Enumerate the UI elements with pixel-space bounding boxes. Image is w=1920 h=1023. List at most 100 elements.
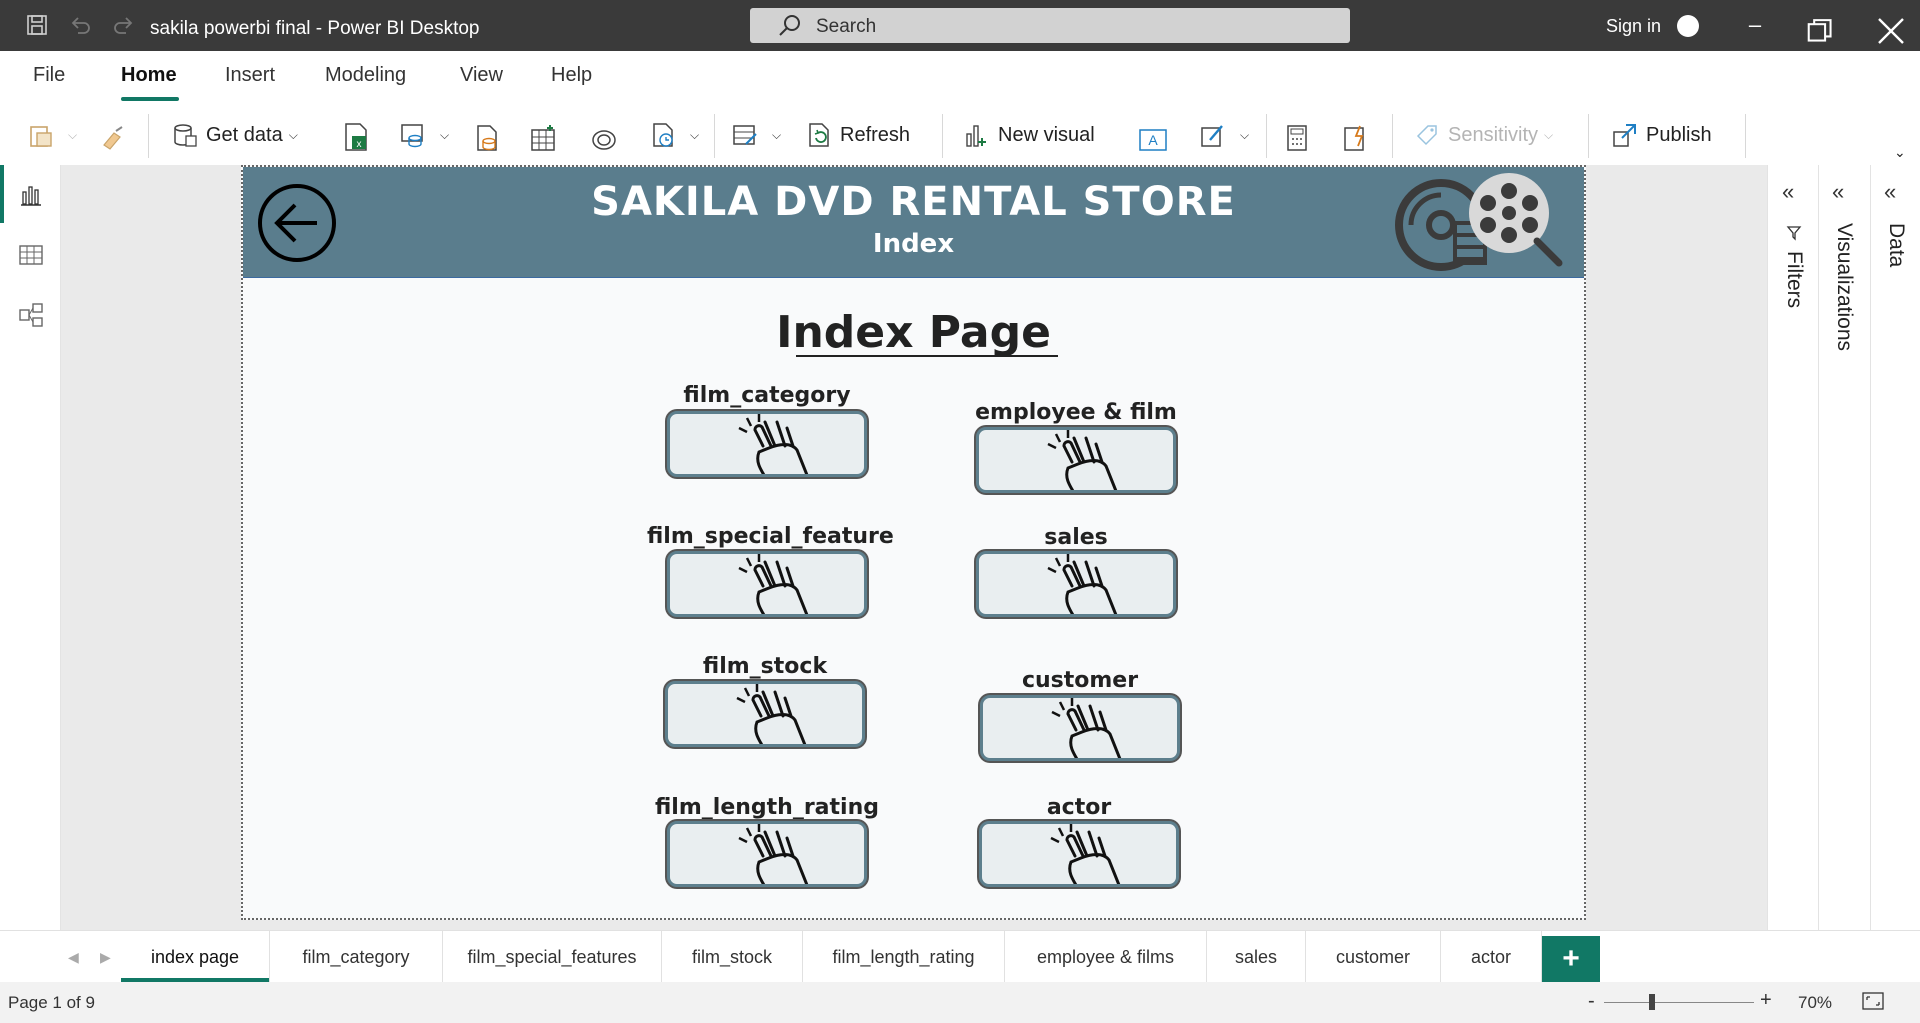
- model-view-icon[interactable]: [18, 302, 44, 328]
- data-pane[interactable]: « Data: [1870, 165, 1920, 930]
- tab-film-special-features[interactable]: film_special_features: [443, 931, 662, 983]
- nav-label-film-category: film_category: [683, 383, 851, 408]
- nav-label-customer: customer: [1021, 668, 1139, 693]
- tab-scroll-left-icon[interactable]: ◀: [68, 949, 79, 966]
- restore-icon[interactable]: [1806, 16, 1836, 46]
- collapse-ribbon-icon[interactable]: ⌄: [1894, 136, 1906, 168]
- search-input[interactable]: Search: [750, 8, 1350, 43]
- recent-sources-button[interactable]: ⌵: [650, 119, 699, 151]
- ribbon: ⌵ Get data ⌵ x ⌵ ⌵ ⌵ Refresh New visual A…: [0, 104, 1920, 166]
- transform-data-button[interactable]: ⌵: [732, 119, 781, 151]
- table-view-icon[interactable]: [18, 242, 44, 268]
- expand-visualizations-icon[interactable]: «: [1832, 179, 1844, 205]
- minimize-icon[interactable]: –: [1740, 10, 1770, 40]
- tab-film-category[interactable]: film_category: [270, 931, 443, 983]
- sensitivity-button[interactable]: Sensitivity ⌵: [1414, 119, 1553, 151]
- fit-to-page-icon[interactable]: [1862, 992, 1884, 1010]
- new-visual-label: New visual: [998, 123, 1095, 146]
- film-reel-logo-icon: [1395, 173, 1563, 271]
- close-icon[interactable]: [1876, 16, 1906, 46]
- new-visual-icon: [966, 125, 986, 147]
- zoom-out-button[interactable]: -: [1588, 990, 1595, 1013]
- tab-film-length-rating[interactable]: film_length_rating: [803, 931, 1005, 983]
- paste-button[interactable]: ⌵: [28, 119, 77, 151]
- view-switcher: [0, 165, 61, 930]
- zoom-in-button[interactable]: +: [1760, 989, 1772, 1012]
- active-view-indicator: [0, 165, 4, 223]
- nav-button-employee-film[interactable]: [976, 427, 1176, 493]
- sign-in-link[interactable]: Sign in: [1606, 16, 1661, 37]
- tab-scroll-right-icon[interactable]: ▶: [100, 949, 111, 966]
- data-label: Data: [1885, 223, 1908, 268]
- dataverse-icon[interactable]: [474, 122, 500, 154]
- format-painter-icon[interactable]: [100, 122, 126, 154]
- report-view-icon[interactable]: [18, 182, 44, 208]
- dataflow-button[interactable]: ⌵: [400, 119, 449, 151]
- expand-data-icon[interactable]: «: [1884, 179, 1896, 205]
- visualizations-pane[interactable]: « Visualizations: [1818, 165, 1871, 930]
- tab-customer[interactable]: customer: [1306, 931, 1441, 983]
- nav-button-film-stock[interactable]: [665, 681, 865, 747]
- tab-sales[interactable]: sales: [1207, 931, 1306, 983]
- zoom-slider-handle[interactable]: [1649, 994, 1655, 1010]
- nav-button-film-length-rating[interactable]: [667, 821, 867, 887]
- hand-pointer-icon: [736, 684, 807, 744]
- menu-modeling[interactable]: Modeling: [325, 64, 406, 87]
- ribbon-separator: [1266, 114, 1267, 158]
- database-icon: [174, 124, 197, 147]
- redo-icon[interactable]: [112, 15, 134, 35]
- hand-pointer-icon: [1047, 554, 1118, 614]
- window-title: sakila powerbi final - Power BI Desktop: [150, 18, 480, 39]
- menu-file[interactable]: File: [33, 64, 65, 87]
- nav-button-sales[interactable]: [976, 551, 1176, 617]
- report-banner: SAKILA DVD RENTAL STORE Index: [243, 167, 1584, 278]
- get-data-button[interactable]: Get data ⌵: [172, 119, 298, 151]
- tab-employee-films[interactable]: employee & films: [1005, 931, 1207, 983]
- nav-button-film-special-feature[interactable]: [667, 551, 867, 617]
- recent-sources-icon[interactable]: [590, 124, 618, 156]
- transform-icon: [733, 125, 757, 145]
- clock-doc-icon: [653, 123, 673, 147]
- enter-data-icon[interactable]: [530, 122, 558, 154]
- new-visual-button[interactable]: New visual: [964, 119, 1095, 151]
- menu-view[interactable]: View: [460, 64, 503, 87]
- more-visuals-icon: [1201, 125, 1223, 147]
- avatar[interactable]: [1677, 15, 1699, 37]
- page-indicator: Page 1 of 9: [8, 993, 95, 1012]
- calculator-icon[interactable]: [1285, 122, 1309, 154]
- filters-pane[interactable]: « Filters: [1768, 165, 1819, 930]
- page-tabs: ◀ ▶ index page film_category film_specia…: [0, 930, 1920, 983]
- side-panes: « Filters « Visualizations « Data: [1767, 165, 1920, 930]
- menu-insert[interactable]: Insert: [225, 64, 275, 87]
- hand-pointer-icon: [738, 414, 809, 474]
- sensitivity-label: Sensitivity: [1448, 123, 1539, 146]
- tab-film-stock[interactable]: film_stock: [662, 931, 803, 983]
- menu-help[interactable]: Help: [551, 64, 592, 87]
- refresh-button[interactable]: Refresh: [806, 119, 910, 151]
- menu-home[interactable]: Home: [121, 64, 177, 87]
- expand-filters-icon[interactable]: «: [1782, 179, 1794, 205]
- search-placeholder: Search: [816, 16, 877, 37]
- add-page-button[interactable]: +: [1542, 936, 1600, 982]
- filters-label: Filters: [1783, 251, 1806, 309]
- tab-actor[interactable]: actor: [1441, 931, 1542, 983]
- publish-label: Publish: [1646, 123, 1712, 146]
- excel-icon[interactable]: x: [342, 121, 370, 153]
- publish-button[interactable]: Publish: [1612, 119, 1712, 151]
- nav-button-actor[interactable]: [979, 821, 1179, 887]
- nav-button-film-category[interactable]: [667, 411, 867, 477]
- nav-button-customer[interactable]: [980, 695, 1180, 761]
- dataflow-icon: [401, 124, 423, 148]
- zoom-level: 70%: [1798, 993, 1833, 1012]
- zoom-slider[interactable]: [1604, 1002, 1754, 1003]
- ribbon-separator: [1588, 114, 1589, 158]
- hand-pointer-icon: [1047, 430, 1118, 490]
- tab-index-page[interactable]: index page: [121, 931, 270, 983]
- nav-label-film-stock: film_stock: [702, 654, 828, 679]
- more-visuals-button[interactable]: ⌵: [1200, 119, 1249, 151]
- undo-icon[interactable]: [70, 15, 92, 35]
- save-icon[interactable]: [26, 14, 48, 36]
- text-box-icon[interactable]: A: [1138, 124, 1168, 156]
- quick-measure-icon[interactable]: [1342, 122, 1368, 154]
- visualizations-label: Visualizations: [1833, 223, 1856, 352]
